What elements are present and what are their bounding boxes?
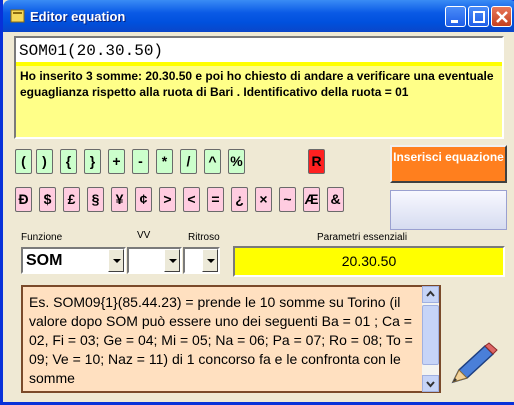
chevron-up-icon: [426, 290, 435, 297]
chevron-down-icon[interactable]: [164, 249, 180, 272]
editor-separator: [16, 62, 502, 66]
equation-editor[interactable]: SOM01(20.30.50) Ho inserito 3 somme: 20.…: [14, 36, 504, 139]
key-1[interactable]: ): [36, 149, 53, 174]
key-5[interactable]: -: [132, 149, 149, 174]
minimize-button[interactable]: [445, 6, 466, 27]
funzione-select[interactable]: SOM: [21, 247, 126, 274]
chevron-down-icon[interactable]: [108, 249, 124, 272]
key-7[interactable]: /: [180, 149, 197, 174]
equation-description[interactable]: Ho inserito 3 somme: 20.30.50 e poi ho c…: [20, 68, 500, 100]
maximize-button[interactable]: [468, 6, 489, 27]
key-6[interactable]: *: [156, 149, 173, 174]
symbol-key-8[interactable]: =: [207, 187, 224, 212]
ritroso-select[interactable]: [183, 247, 220, 274]
symbol-key-7[interactable]: <: [183, 187, 200, 212]
symbol-key-9[interactable]: ¿: [231, 187, 248, 212]
funzione-label: Funzione: [21, 232, 63, 243]
close-button[interactable]: [491, 6, 512, 27]
symbol-key-5[interactable]: ¢: [135, 187, 152, 212]
secondary-button[interactable]: [390, 190, 507, 230]
symbol-key-4[interactable]: ¥: [111, 187, 128, 212]
key-r[interactable]: R: [308, 149, 325, 174]
scroll-thumb[interactable]: [422, 305, 439, 365]
close-icon: [496, 11, 508, 23]
title-bar[interactable]: Editor equation: [3, 0, 514, 32]
app-icon: [10, 9, 25, 23]
chevron-down-icon[interactable]: [202, 249, 218, 272]
key-4[interactable]: +: [108, 149, 125, 174]
window-title: Editor equation: [30, 9, 126, 24]
symbol-key-6[interactable]: >: [159, 187, 176, 212]
insert-equation-button[interactable]: Inserisci equazione: [390, 145, 507, 183]
minimize-icon: [451, 20, 458, 23]
pencil-icon: [451, 342, 498, 384]
key-8[interactable]: ^: [204, 149, 221, 174]
symbol-key-13[interactable]: &: [327, 187, 344, 212]
symbol-key-1[interactable]: $: [39, 187, 56, 212]
help-text: Es. SOM09{1}(85.44.23) = prende le 10 so…: [29, 294, 413, 386]
key-9[interactable]: %: [228, 149, 245, 174]
symbol-key-11[interactable]: ~: [279, 187, 296, 212]
funzione-value: SOM: [26, 252, 63, 269]
equation-code[interactable]: SOM01(20.30.50): [16, 38, 502, 62]
parametri-label: Parametri essenziali: [317, 232, 408, 243]
chevron-down-icon: [426, 381, 435, 388]
vv-label: VV: [137, 230, 151, 241]
client-area: SOM01(20.30.50) Ho inserito 3 somme: 20.…: [6, 32, 514, 402]
ritroso-label: Ritroso: [188, 232, 220, 243]
editor-window: Editor equation SOM01(20.30.50) Ho inser…: [0, 0, 514, 405]
symbol-key-10[interactable]: ×: [255, 187, 272, 212]
symbol-key-12[interactable]: Æ: [303, 187, 320, 212]
key-0[interactable]: (: [15, 149, 32, 174]
maximize-icon: [473, 11, 485, 23]
key-3[interactable]: }: [84, 149, 101, 174]
scroll-up-button[interactable]: [422, 286, 439, 303]
symbol-key-0[interactable]: Ð: [15, 187, 32, 212]
symbol-key-2[interactable]: £: [63, 187, 80, 212]
help-scrollbar[interactable]: [422, 286, 439, 392]
symbol-key-3[interactable]: §: [87, 187, 104, 212]
edit-button[interactable]: [445, 340, 501, 390]
vv-select[interactable]: [127, 247, 182, 274]
parametri-field[interactable]: 20.30.50: [233, 246, 505, 277]
scroll-down-button[interactable]: [422, 375, 439, 392]
help-box: Es. SOM09{1}(85.44.23) = prende le 10 so…: [21, 285, 441, 393]
key-2[interactable]: {: [60, 149, 77, 174]
